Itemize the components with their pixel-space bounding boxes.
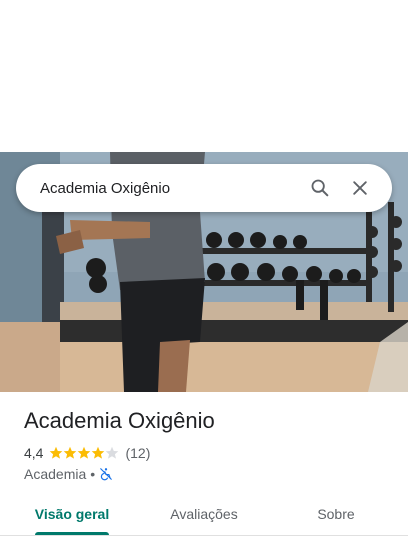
tab-about[interactable]: Sobre [286,492,386,536]
tab-reviews[interactable]: Avaliações [154,492,254,536]
tab-overview[interactable]: Visão geral [22,492,122,536]
place-tabs: Visão geral Avaliações Sobre [0,492,408,538]
close-icon [353,181,367,195]
star-icon [92,446,105,459]
rating-value: 4,4 [24,445,44,461]
place-title: Academia Oxigênio [24,408,215,433]
separator-dot: • [90,466,96,482]
star-icon [64,446,77,459]
review-count[interactable]: (12) [125,445,150,461]
rating-row[interactable]: 4,4 (12) [24,444,150,462]
close-button[interactable] [340,168,380,208]
star-empty-icon [106,446,119,459]
place-category: Academia [24,466,87,482]
star-rating [49,446,119,460]
search-input[interactable]: Academia Oxigênio [40,180,300,197]
star-rating-icons [50,446,119,459]
search-bar[interactable]: Academia Oxigênio [16,164,392,212]
star-icon [78,446,91,459]
star-icon [50,446,63,459]
search-button[interactable] [300,168,340,208]
category-row: Academia • [24,465,113,483]
top-blank-area [0,0,408,152]
tabs-divider [0,535,408,536]
search-icon [311,179,329,197]
not-wheelchair-accessible-icon [100,468,113,481]
